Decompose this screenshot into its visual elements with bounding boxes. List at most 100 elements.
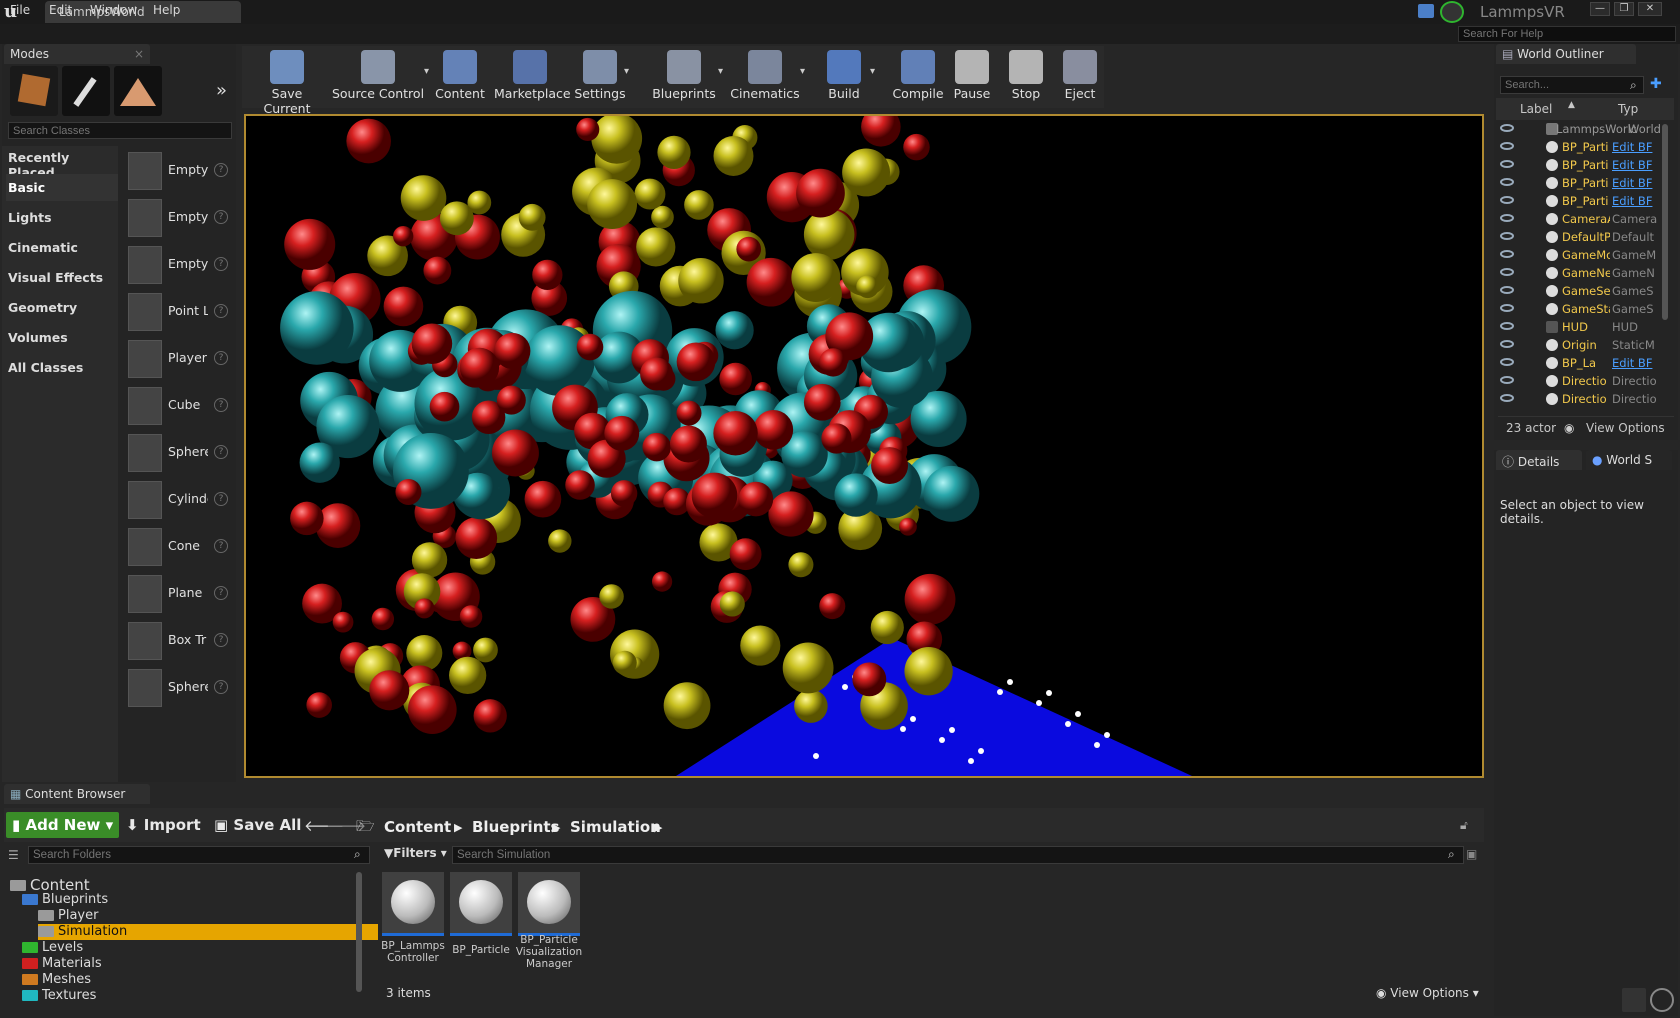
visibility-eye-icon[interactable] [1500, 340, 1514, 348]
visibility-eye-icon[interactable] [1500, 358, 1514, 366]
help-search-input[interactable] [1458, 26, 1676, 42]
folder-player[interactable]: Player [38, 908, 98, 924]
compile-button[interactable]: Compile [890, 46, 946, 108]
placeable-item[interactable]: Empty? [126, 195, 234, 239]
menu-help[interactable]: Help [153, 3, 180, 17]
edit-blueprint-link[interactable]: Edit BF [1612, 140, 1660, 154]
close-icon[interactable]: ✕ [1638, 2, 1662, 16]
search-folders-input[interactable] [28, 846, 370, 864]
category-all-classes[interactable]: All Classes [8, 360, 118, 375]
breadcrumb-simulation[interactable]: Simulation [570, 818, 661, 836]
folder-meshes[interactable]: Meshes [22, 972, 91, 988]
menu-file[interactable]: File [10, 3, 30, 17]
label-column-header[interactable]: Label [1520, 102, 1552, 116]
folder-materials[interactable]: Materials [22, 956, 102, 972]
category-cinematic[interactable]: Cinematic [8, 240, 118, 255]
lock-icon[interactable]: 🔓︎ [1460, 818, 1468, 833]
paint-mode-icon[interactable] [62, 66, 110, 116]
visibility-eye-icon[interactable] [1500, 142, 1514, 150]
help-icon[interactable]: ? [214, 680, 228, 694]
import-button[interactable]: ⬇ Import [120, 812, 207, 838]
level-tab[interactable]: LammpsWorld [45, 1, 241, 23]
outliner-search-input[interactable] [1500, 76, 1644, 94]
placeable-item[interactable]: Cone? [126, 524, 234, 568]
visibility-eye-icon[interactable] [1500, 286, 1514, 294]
settings-button[interactable]: Settings [574, 46, 626, 108]
visibility-eye-icon[interactable] [1500, 196, 1514, 204]
details-tab[interactable]: ⓘ Details [1496, 450, 1582, 470]
dropdown-arrow-icon[interactable]: ▾ [870, 66, 875, 77]
outliner-scrollbar[interactable] [1662, 124, 1668, 320]
placeable-item[interactable]: Cube? [126, 383, 234, 427]
help-icon[interactable]: ? [214, 445, 228, 459]
search-classes-input[interactable] [8, 122, 232, 139]
outliner-row[interactable]: BP_La Edit BF [1500, 354, 1660, 372]
breadcrumb-content[interactable]: Content [384, 818, 451, 836]
outliner-row[interactable]: DefaultP Default [1500, 228, 1660, 246]
folder-simulation[interactable]: Simulation [38, 924, 378, 940]
cinematics-button[interactable]: Cinematics [728, 46, 802, 108]
dropdown-arrow-icon[interactable]: ▾ [718, 66, 723, 77]
visibility-eye-icon[interactable] [1500, 304, 1514, 312]
placeable-item[interactable]: Player? [126, 336, 234, 380]
filters-button[interactable]: ▼Filters ▾ [384, 846, 447, 860]
help-icon[interactable]: ? [214, 633, 228, 647]
visibility-eye-icon[interactable] [1500, 268, 1514, 276]
outliner-row[interactable]: LammpsWorld World [1500, 120, 1660, 138]
visibility-eye-icon[interactable] [1500, 214, 1514, 222]
asset-thumbnail[interactable] [450, 872, 512, 936]
chat-icon[interactable] [1418, 4, 1434, 18]
help-icon[interactable]: ? [214, 163, 228, 177]
menu-window[interactable]: Window [90, 3, 137, 17]
save-search-icon[interactable]: ▣ [1466, 847, 1477, 861]
modes-tab[interactable]: Modes × [4, 44, 150, 64]
tab-close-icon[interactable]: × [134, 47, 144, 61]
placeable-item[interactable]: Cylinde? [126, 477, 234, 521]
folder-tree-scrollbar[interactable] [356, 872, 362, 992]
source-control-status-icon[interactable] [1440, 1, 1464, 23]
place-mode-icon[interactable] [10, 66, 58, 116]
search-assets-input[interactable] [452, 846, 1464, 864]
category-geometry[interactable]: Geometry [8, 300, 118, 315]
view-options-button[interactable]: ◉ View Options ▾ [1376, 986, 1479, 1000]
folder-levels[interactable]: Levels [22, 940, 83, 956]
asset-thumbnail[interactable] [382, 872, 444, 936]
visibility-eye-icon[interactable] [1500, 124, 1514, 132]
help-icon[interactable]: ? [214, 304, 228, 318]
maximize-icon[interactable]: ❐ [1614, 2, 1634, 16]
dropdown-arrow-icon[interactable]: ▾ [624, 66, 629, 77]
marketplace-button[interactable]: Marketplace [494, 46, 571, 108]
outliner-row[interactable]: Origin StaticM [1500, 336, 1660, 354]
outliner-row[interactable]: BP_Parti Edit BF [1500, 192, 1660, 210]
visibility-eye-icon[interactable] [1500, 250, 1514, 258]
source-control-button[interactable]: Source Control [330, 46, 426, 108]
expand-modes-icon[interactable]: » [216, 80, 227, 101]
content-browser-tab[interactable]: ▦ Content Browser [4, 784, 150, 804]
category-visual-effects[interactable]: Visual Effects [8, 270, 118, 285]
add-actor-icon[interactable]: ✚ [1650, 76, 1668, 94]
level-viewport[interactable] [244, 114, 1484, 778]
world-settings-tab[interactable]: ● World S [1586, 450, 1672, 470]
build-button[interactable]: Build [816, 46, 872, 108]
edit-blueprint-link[interactable]: Edit BF [1612, 194, 1660, 208]
help-icon[interactable]: ? [214, 539, 228, 553]
content-button[interactable]: Content [434, 46, 486, 108]
add-new-button[interactable]: ▮ Add New ▾ [6, 812, 120, 838]
outliner-row[interactable]: GameNetGameN [1500, 264, 1660, 282]
category-volumes[interactable]: Volumes [8, 330, 118, 345]
eject-button[interactable]: Eject [1058, 46, 1102, 108]
breadcrumb-blueprints[interactable]: Blueprints [472, 818, 559, 836]
save-current-button[interactable]: Save Current [250, 46, 324, 116]
blueprints-button[interactable]: Blueprints [648, 46, 720, 108]
placeable-item[interactable]: Empty? [126, 148, 234, 192]
outliner-view-options[interactable]: View Options [1586, 421, 1665, 435]
edit-blueprint-link[interactable]: Edit BF [1612, 356, 1660, 370]
visibility-eye-icon[interactable] [1500, 394, 1514, 402]
world-outliner-tab[interactable]: ▤ World Outliner [1496, 44, 1636, 64]
minimize-icon[interactable]: — [1590, 2, 1610, 16]
folder-textures[interactable]: Textures [22, 988, 96, 1004]
placeable-item[interactable]: Plane? [126, 571, 234, 615]
outliner-row[interactable]: Directio Directio [1500, 390, 1660, 408]
outliner-row[interactable]: Directio Directio [1500, 372, 1660, 390]
menu-edit[interactable]: Edit [49, 3, 72, 17]
